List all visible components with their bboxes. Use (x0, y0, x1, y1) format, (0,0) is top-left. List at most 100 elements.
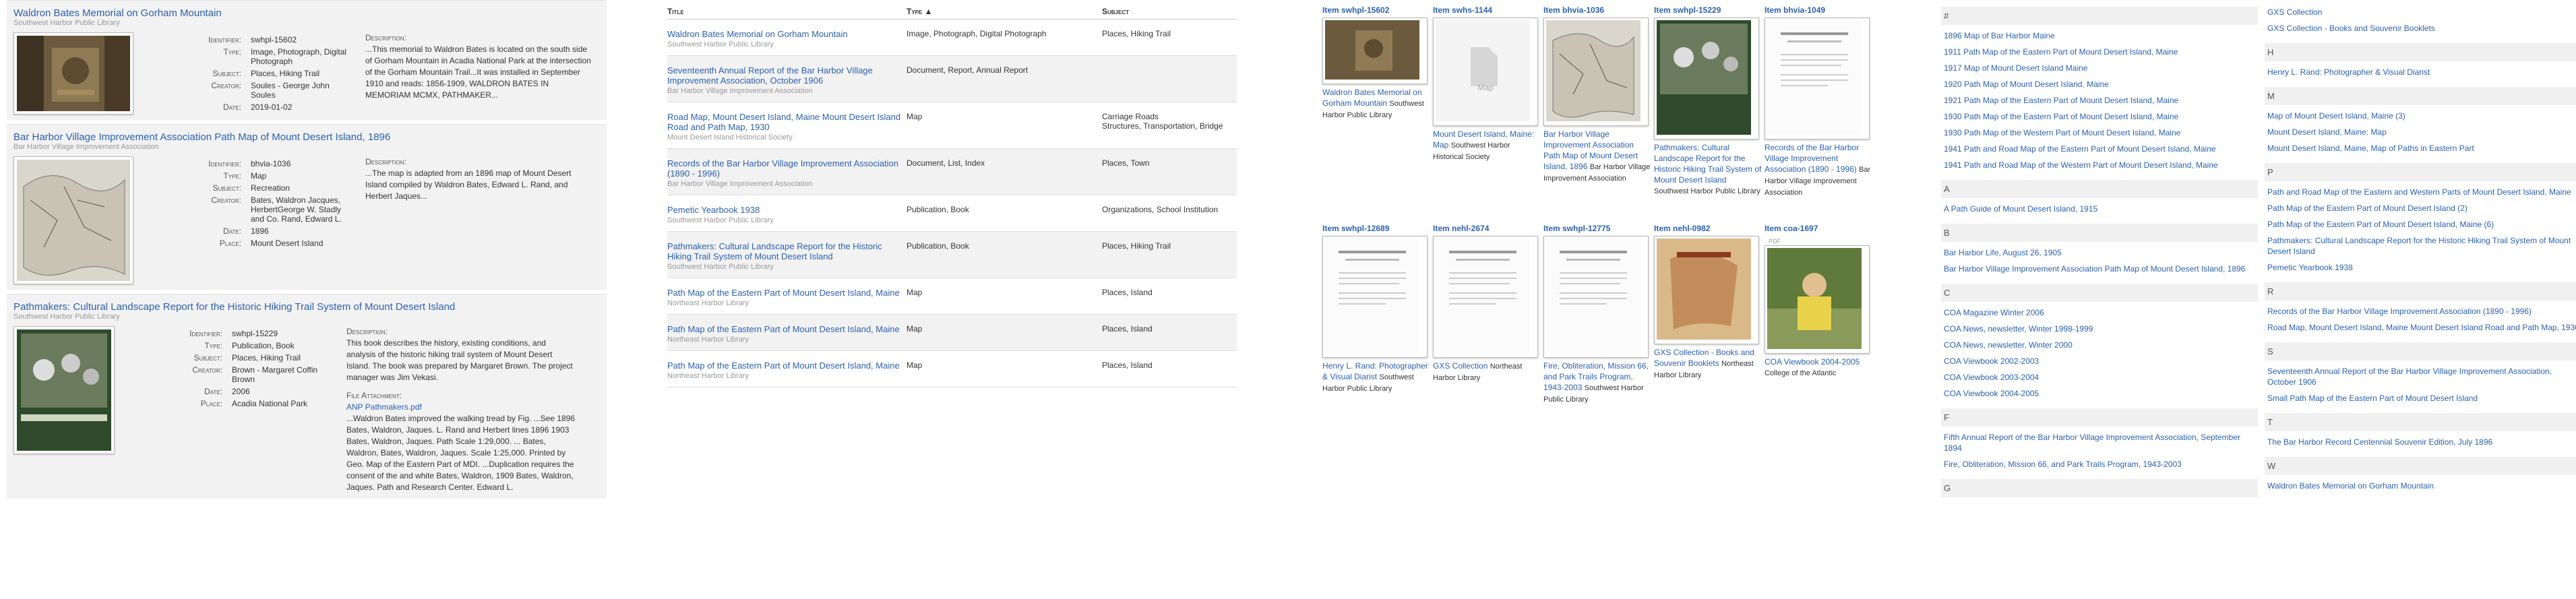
row-title-link[interactable]: Seventeenth Annual Report of the Bar Har… (667, 65, 907, 86)
grid-item-thumbnail[interactable]: Map (1433, 18, 1538, 126)
index-item-link[interactable]: Path Map of the Eastern Part of Mount De… (2265, 200, 2576, 216)
record-thumbnail[interactable] (13, 156, 133, 284)
grid-item[interactable]: Item swhpl-12775 Fire, Obliteration, Miss… (1543, 218, 1651, 405)
grid-item[interactable]: Item nehl-0982 GXS Collection - Books and… (1654, 218, 1762, 405)
index-item-link[interactable]: COA Viewbook 2004-2005 (1941, 385, 2258, 402)
index-item-link[interactable]: COA Viewbook 2002-2003 (1941, 353, 2258, 369)
grid-item[interactable]: Item swhpl-12689 Henry L. Rand: Photograp… (1322, 218, 1430, 405)
index-item-link[interactable]: COA Viewbook 2003-2004 (1941, 369, 2258, 385)
grid-item-thumbnail[interactable] (1765, 18, 1870, 139)
title-column-header[interactable]: Title (667, 0, 907, 20)
index-item-link[interactable]: COA Magazine Winter 2006 (1941, 305, 2258, 321)
index-item-link[interactable]: Fifth Annual Report of the Bar Harbor Vi… (1941, 429, 2258, 456)
grid-item-id[interactable]: Item bhvia-1049 (1765, 5, 1872, 15)
grid-item-id[interactable]: Item swhpl-15602 (1322, 5, 1430, 15)
index-item-link[interactable]: Seventeenth Annual Report of the Bar Har… (2265, 363, 2576, 390)
grid-item-title-text[interactable]: GXS Collection (1433, 361, 1488, 371)
grid-item[interactable]: Item swhpl-15602 Waldron Bates Memorial o… (1322, 0, 1430, 198)
index-item-link[interactable]: 1941 Path and Road Map of the Eastern Pa… (1941, 141, 2258, 157)
grid-item-thumbnail[interactable] (1654, 236, 1759, 344)
grid-item-title[interactable]: Waldron Bates Memorial on Gorham Mountai… (1322, 87, 1430, 121)
grid-item-title[interactable]: Pathmakers: Cultural Landscape Report fo… (1654, 142, 1762, 197)
grid-item-title-text[interactable]: Records of the Bar Harbor Village Improv… (1765, 143, 1859, 174)
index-item-link[interactable]: Bar Harbor Village Improvement Associati… (1941, 261, 2258, 277)
subject-column-header[interactable]: Subject (1102, 0, 1237, 20)
index-item-link[interactable]: Bar Harbor Life, August 26, 1905 (1941, 245, 2258, 261)
grid-item[interactable]: Item bhvia-1036 Bar Harbor Village Improv… (1543, 0, 1651, 198)
grid-item-thumbnail[interactable] (1433, 236, 1538, 358)
grid-item-id[interactable]: Item swhpl-12775 (1543, 224, 1651, 233)
index-item-link[interactable]: Records of the Bar Harbor Village Improv… (2265, 303, 2576, 319)
index-item-link[interactable]: 1941 Path and Road Map of the Western Pa… (1941, 157, 2258, 173)
grid-item-title[interactable]: GXS Collection - Books and Souvenir Book… (1654, 347, 1762, 381)
record-thumbnail[interactable] (13, 326, 115, 454)
grid-item-id[interactable]: Item nehl-0982 (1654, 224, 1762, 233)
index-item-link[interactable]: Map of Mount Desert Island, Maine (3) (2265, 108, 2576, 124)
grid-item[interactable]: Item nehl-2674 GXS Collection Northeast H… (1433, 218, 1541, 405)
index-item-link[interactable]: COA News, newsletter, Winter 1998-1999 (1941, 321, 2258, 337)
grid-item-thumbnail[interactable] (1765, 245, 1870, 354)
index-item-link[interactable]: 1930 Path Map of the Eastern Part of Mou… (1941, 108, 2258, 125)
grid-item-id[interactable]: Item swhpl-15229 (1654, 5, 1762, 15)
grid-item-title[interactable]: Mount Desert Island, Maine: Map Southwes… (1433, 129, 1541, 162)
record-title-link[interactable]: Waldron Bates Memorial on Gorham Mountai… (13, 7, 600, 19)
grid-item-id[interactable]: Item bhvia-1036 (1543, 5, 1651, 15)
row-title-link[interactable]: Waldron Bates Memorial on Gorham Mountai… (667, 29, 907, 39)
index-item-link[interactable]: The Bar Harbor Record Centennial Souveni… (2265, 434, 2576, 450)
row-title-link[interactable]: Road Map, Mount Desert Island, Maine Mou… (667, 112, 907, 132)
grid-item-title-text[interactable]: COA Viewbook 2004-2005 (1765, 357, 1860, 367)
grid-item-thumbnail[interactable] (1322, 18, 1428, 84)
row-title-link[interactable]: Path Map of the Eastern Part of Mount De… (667, 360, 907, 371)
grid-item-title[interactable]: Bar Harbor Village Improvement Associati… (1543, 129, 1651, 184)
index-item-link[interactable]: 1911 Path Map of the Eastern Part of Mou… (1941, 44, 2258, 60)
grid-item[interactable]: Item swhs-1144 Map Mount Desert Island, Ma… (1433, 0, 1541, 198)
grid-item-title[interactable]: COA Viewbook 2004-2005 College of the At… (1765, 356, 1872, 379)
grid-item[interactable]: Item bhvia-1049 Records of the Bar Harbor… (1765, 0, 1872, 198)
index-item-link[interactable]: A Path Guide of Mount Desert Island, 191… (1941, 201, 2258, 217)
index-item-link[interactable]: 1896 Map of Bar Harbor Maine (1941, 28, 2258, 44)
index-item-link[interactable]: 1930 Path Map of the Western Part of Mou… (1941, 125, 2258, 141)
index-item-link[interactable]: GXS Collection (2265, 4, 2576, 20)
index-item-link[interactable]: 1917 Map of Mount Desert Island Maine (1941, 60, 2258, 76)
grid-item-id[interactable]: Item swhs-1144 (1433, 5, 1541, 15)
index-item-link[interactable]: Road Map, Mount Desert Island, Maine Mou… (2265, 319, 2576, 336)
index-item-link[interactable]: Mount Desert Island, Maine, Map of Paths… (2265, 140, 2576, 156)
index-item-link[interactable]: 1920 Path Map of Mount Desert Island, Ma… (1941, 76, 2258, 92)
grid-item[interactable]: Item coa-1697 PDF COA Viewbook 2004-2005 C… (1765, 218, 1872, 405)
index-item-link[interactable]: Pathmakers: Cultural Landscape Report fo… (2265, 232, 2576, 259)
grid-item-title-text[interactable]: Pathmakers: Cultural Landscape Report fo… (1654, 143, 1761, 185)
grid-item-thumbnail[interactable] (1543, 236, 1649, 358)
row-title-link[interactable]: Records of the Bar Harbor Village Improv… (667, 158, 907, 179)
type-column-header[interactable]: Type ▲ (907, 0, 1102, 20)
index-item-link[interactable]: Small Path Map of the Eastern Part of Mo… (2265, 390, 2576, 406)
grid-item-title[interactable]: Records of the Bar Harbor Village Improv… (1765, 142, 1872, 198)
grid-item-thumbnail[interactable] (1654, 18, 1759, 139)
index-item-link[interactable]: Mount Desert Island, Maine: Map (2265, 124, 2576, 140)
grid-item-id[interactable]: Item coa-1697 (1765, 224, 1872, 233)
record-thumbnail[interactable] (13, 32, 133, 115)
grid-item-title[interactable]: Henry L. Rand: Photographer & Visual Dia… (1322, 360, 1430, 394)
index-item-link[interactable]: Path Map of the Eastern Part of Mount De… (2265, 216, 2576, 232)
index-item-link[interactable]: Henry L. Rand: Photographer & Visual Dia… (2265, 64, 2576, 80)
index-item-link[interactable]: Path and Road Map of the Eastern and Wes… (2265, 184, 2576, 200)
grid-item-thumbnail[interactable] (1322, 236, 1428, 358)
row-title-link[interactable]: Path Map of the Eastern Part of Mount De… (667, 288, 907, 298)
grid-item-id[interactable]: Item swhpl-12689 (1322, 224, 1430, 233)
row-title-link[interactable]: Pemetic Yearbook 1938 (667, 205, 907, 215)
grid-item[interactable]: Item swhpl-15229 Pathmakers: Cultural Lan… (1654, 0, 1762, 198)
grid-item-title[interactable]: Fire, Obliteration, Mission 66, and Park… (1543, 360, 1651, 405)
index-item-link[interactable]: Fire, Obliteration, Mission 66, and Park… (1941, 456, 2258, 472)
index-item-link[interactable]: 1921 Path Map of the Eastern Part of Mou… (1941, 92, 2258, 108)
index-item-link[interactable]: GXS Collection - Books and Souvenir Book… (2265, 20, 2576, 36)
grid-item-title[interactable]: GXS Collection Northeast Harbor Library (1433, 360, 1541, 383)
row-title-link[interactable]: Path Map of the Eastern Part of Mount De… (667, 324, 907, 334)
record-title-link[interactable]: Pathmakers: Cultural Landscape Report fo… (13, 301, 600, 313)
index-item-link[interactable]: Waldron Bates Memorial on Gorham Mountai… (2265, 478, 2576, 494)
attachment-link[interactable]: ANP Pathmakers.pdf (346, 402, 576, 413)
grid-item-thumbnail[interactable] (1543, 18, 1649, 126)
grid-item-id[interactable]: Item nehl-2674 (1433, 224, 1541, 233)
index-item-link[interactable]: Pemetic Yearbook 1938 (2265, 259, 2576, 276)
row-title-link[interactable]: Pathmakers: Cultural Landscape Report fo… (667, 241, 907, 261)
record-title-link[interactable]: Bar Harbor Village Improvement Associati… (13, 131, 600, 143)
index-item-link[interactable]: COA News, newsletter, Winter 2000 (1941, 337, 2258, 353)
